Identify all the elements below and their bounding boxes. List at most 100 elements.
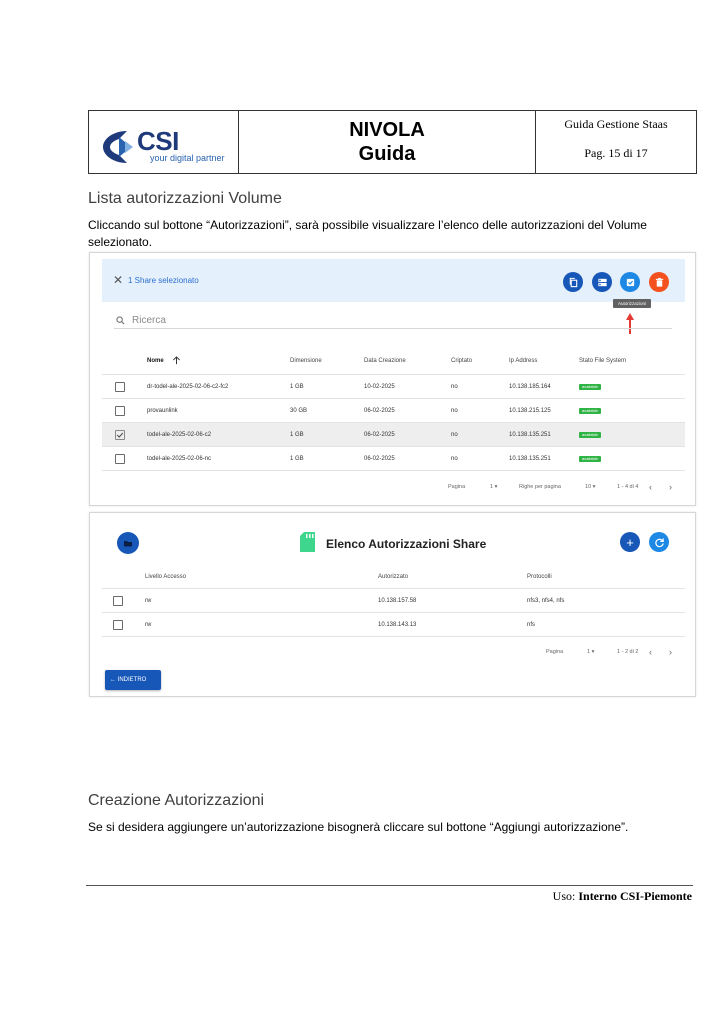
cell-ip: 10.138.135.251 [509,432,551,438]
page-number: Pag. 15 di 17 [584,146,648,160]
cell-ip: 10.138.215.125 [509,408,551,414]
row-checkbox[interactable] [115,454,125,464]
cell-protocolli: nfs [527,622,536,628]
col-stato[interactable]: Stato File System [579,358,626,364]
search-icon [116,316,125,325]
cell-criptato: no [451,432,458,438]
row-checkbox[interactable] [113,596,123,606]
range-text: 1 - 2 di 2 [617,649,639,655]
col-nome[interactable]: Nome [147,358,164,364]
caret-down-icon: ▾ [494,484,498,490]
col-data-creazione[interactable]: Data Creazione [364,358,406,364]
chevron-right-icon[interactable]: › [669,482,672,492]
footer-label: Uso: [552,889,576,903]
row-checkbox[interactable] [113,620,123,630]
table-row-selected[interactable]: todel-ale-2025-02-06-c2 1 GB 06-02-2025 … [102,423,685,447]
caret-down-icon: ▾ [592,484,596,490]
col-autorizzato[interactable]: Autorizzato [378,574,408,580]
cell-autorizzato: 10.138.157.58 [378,598,417,604]
cell-data: 06-02-2025 [364,456,395,462]
cell-criptato: no [451,408,458,414]
cell-nome: todel-ale-2025-02-06-c2 [147,432,212,438]
cell-dimensione: 1 GB [290,432,304,438]
cell-ip: 10.138.135.251 [509,456,551,462]
table-row[interactable]: rw 10.138.143.13 nfs [102,613,685,637]
doc-title-line1: NIVOLA [349,119,425,141]
storage-button[interactable] [592,272,612,292]
cell-criptato: no [451,384,458,390]
refresh-button[interactable] [649,532,669,552]
delete-icon [655,277,663,287]
chevron-right-icon[interactable]: › [669,647,672,657]
chevron-left-icon[interactable]: ‹ [649,647,652,657]
col-ip-address[interactable]: Ip Address [509,358,537,364]
pagina-label: Pagina [546,649,564,655]
info-cell: Guida Gestione Staas Pag. 15 di 17 [536,111,696,173]
row-checkbox-checked[interactable] [115,430,125,440]
copy-button[interactable] [563,272,583,292]
doc-title-line2: Guida [358,143,416,165]
cell-autorizzato: 10.138.143.13 [378,622,417,628]
chevron-left-icon[interactable]: ‹ [649,482,652,492]
selection-label: 1 Share selezionato [128,276,199,285]
section-heading: Creazione Autorizzazioni [88,792,265,809]
refresh-icon [654,537,664,547]
arrow-up-icon[interactable] [172,356,181,365]
status-badge: available [579,456,601,462]
righe-label: Righe per pagina [519,484,561,490]
cell-nome: todel-ale-2025-02-06-nc [147,456,212,462]
copy-icon [569,277,577,287]
cell-dimensione: 30 GB [290,408,308,414]
table-header-row: Livello Accesso Autorizzato Protocolli [102,565,685,589]
back-button[interactable]: ← INDIETRO [105,670,161,690]
cell-ip: 10.138.185.164 [509,384,551,390]
volume-icon [117,532,139,554]
cell-livello: rw [145,598,152,604]
delete-button[interactable] [649,272,669,292]
footer-value: Interno CSI-Piemonte [578,889,692,903]
arrow-left-icon: ← [110,677,116,683]
section-heading: Lista autorizzazioni Volume [88,190,282,207]
righe-select[interactable]: 10 ▾ [585,484,595,490]
authorizations-button[interactable] [620,272,640,292]
pagina-select[interactable]: 1 ▾ [490,484,497,490]
footer-divider [86,885,693,886]
table-row[interactable]: provaunlink 30 GB 06-02-2025 no 10.138.2… [102,399,685,423]
footer: Uso: Interno CSI-Piemonte [553,889,692,904]
col-protocolli[interactable]: Protocolli [527,574,552,580]
sd-card-icon [300,532,315,552]
add-authorization-button[interactable]: + [620,532,640,552]
table-row[interactable]: rw 10.138.157.58 nfs3, nfs4, nfs [102,589,685,613]
pagina-select[interactable]: 1 ▾ [587,649,594,655]
selection-bar: ✕ 1 Share selezionato [102,259,685,302]
cell-criptato: no [451,456,458,462]
section-paragraph: Cliccando sul bottone “Autorizzazioni”, … [88,218,647,249]
caret-down-icon: ▾ [591,649,595,655]
plus-icon: + [626,534,634,550]
table-header-row: Nome Dimensione Data Creazione Criptato … [102,349,685,375]
cell-nome: provaunlink [147,408,178,414]
table-row[interactable]: todel-ale-2025-02-06-nc 1 GB 06-02-2025 … [102,447,685,471]
cell-data: 10-02-2025 [364,384,395,390]
cell-dimensione: 1 GB [290,384,304,390]
list-title: Elenco Autorizzazioni Share [326,537,487,551]
status-badge: available [579,432,601,438]
pagina-value: 1 [490,484,494,490]
col-dimensione[interactable]: Dimensione [290,358,322,364]
doc-name: Guida Gestione Staas [564,117,668,131]
close-icon[interactable]: ✕ [113,273,123,287]
col-criptato[interactable]: Criptato [451,358,472,364]
search-placeholder: Ricerca [132,315,166,326]
col-livello[interactable]: Livello Accesso [145,574,186,580]
row-checkbox[interactable] [115,406,125,416]
cell-livello: rw [145,622,152,628]
search-field[interactable]: Ricerca [114,315,672,329]
authorizations-list-screenshot: Elenco Autorizzazioni Share + Livello Ac… [89,512,696,697]
cell-nome: dr-todel-ale-2025-02-06-c2-fc2 [147,384,229,390]
check-icon [116,432,124,438]
volume-list-screenshot: ✕ 1 Share selezionato Autorizzazioni Ric… [89,252,696,506]
section-paragraph: Se si desidera aggiungere un’autorizzazi… [88,820,629,834]
back-button-label: INDIETRO [117,677,147,683]
table-row[interactable]: dr-todel-ale-2025-02-06-c2-fc2 1 GB 10-0… [102,375,685,399]
row-checkbox[interactable] [115,382,125,392]
